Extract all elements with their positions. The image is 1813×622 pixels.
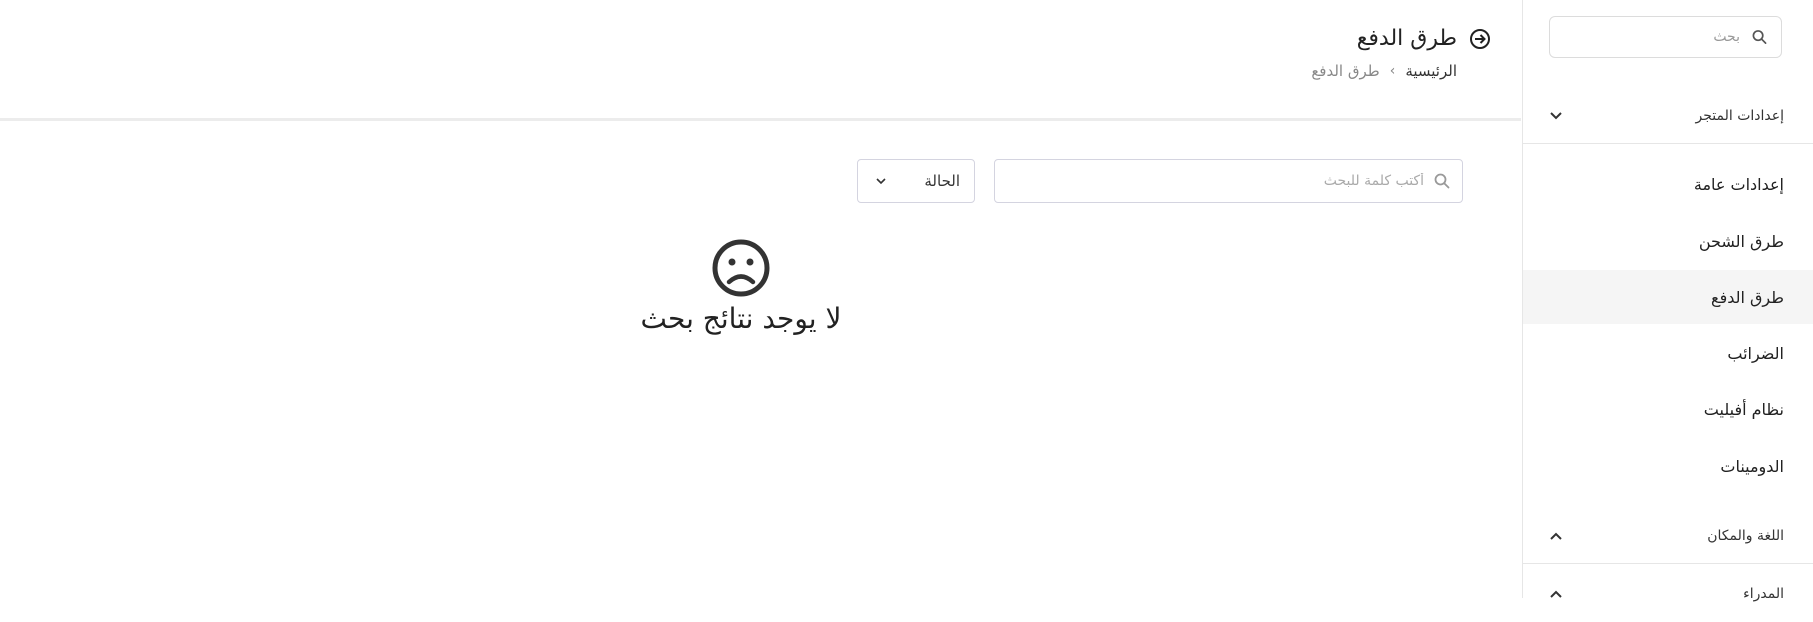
search-field[interactable] — [994, 159, 1463, 203]
section-language-location[interactable]: اللغة والمكان — [1523, 508, 1813, 564]
section-store-settings[interactable]: إعدادات المتجر — [1523, 88, 1813, 144]
chevron-up-icon — [1550, 532, 1562, 540]
empty-state-message: لا يوجد نتائج بحث — [640, 302, 842, 335]
chevron-down-icon — [876, 177, 886, 184]
sidebar-item-label: إعدادات عامة — [1693, 174, 1784, 194]
sad-face-icon — [712, 239, 770, 297]
sidebar-search[interactable] — [1549, 16, 1782, 58]
arrow-circle-icon[interactable] — [1469, 28, 1491, 50]
sidebar-item-label: الضرائب — [1727, 343, 1784, 363]
sidebar-item-taxes[interactable]: الضرائب — [1523, 326, 1813, 380]
breadcrumb-separator: › — [1389, 63, 1396, 79]
search-icon — [1434, 173, 1450, 189]
sidebar-item-label: الدومينات — [1720, 456, 1784, 476]
section-label: المدراء — [1743, 586, 1784, 602]
sidebar-item-label: نظام أفيليت — [1703, 399, 1784, 419]
status-label: الحالة — [924, 172, 960, 190]
page-title: طرق الدفع — [1356, 26, 1457, 51]
sidebar: إعدادات المتجر إعدادات عامة طرق الشحن طر… — [1522, 0, 1813, 602]
sidebar-item-general-settings[interactable]: إعدادات عامة — [1523, 157, 1813, 211]
page-header: طرق الدفع الرئيسية › طرق الدفع — [0, 0, 1521, 121]
empty-state: لا يوجد نتائج بحث — [600, 238, 882, 335]
chevron-down-icon — [1550, 111, 1562, 119]
breadcrumb-current: طرق الدفع — [1311, 62, 1380, 80]
status-dropdown[interactable]: الحالة — [857, 159, 975, 203]
sidebar-search-input[interactable] — [1564, 28, 1742, 46]
sidebar-item-shipping-methods[interactable]: طرق الشحن — [1523, 214, 1813, 268]
breadcrumb: الرئيسية › طرق الدفع — [1311, 62, 1457, 80]
breadcrumb-home[interactable]: الرئيسية — [1405, 62, 1457, 80]
sidebar-item-domains[interactable]: الدومينات — [1523, 439, 1813, 493]
title-row: طرق الدفع — [1357, 26, 1491, 51]
sidebar-item-label: طرق الدفع — [1711, 287, 1784, 307]
search-input[interactable] — [1007, 172, 1426, 190]
section-admins[interactable]: المدراء — [1523, 566, 1813, 622]
section-label: اللغة والمكان — [1707, 527, 1784, 544]
sidebar-item-payment-methods[interactable]: طرق الدفع — [1523, 270, 1813, 324]
sidebar-item-label: طرق الشحن — [1698, 231, 1784, 251]
section-label: إعدادات المتجر — [1695, 107, 1784, 124]
search-icon — [1752, 30, 1767, 44]
sidebar-item-affiliate[interactable]: نظام أفيليت — [1523, 382, 1813, 436]
